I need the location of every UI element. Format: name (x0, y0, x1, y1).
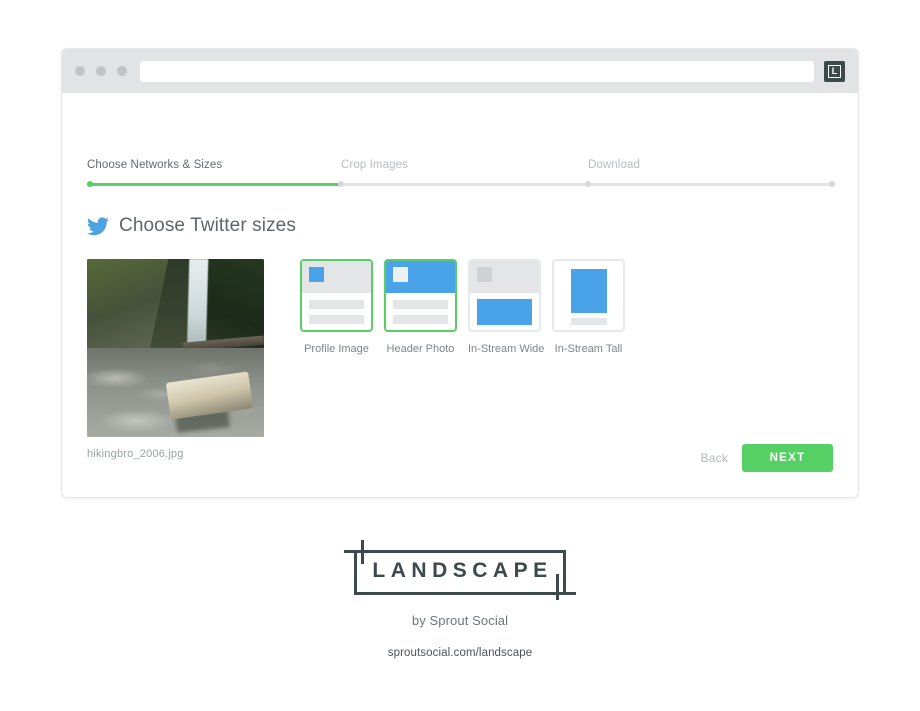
size-options: Profile Image Header Photo In-Stream Wid… (300, 259, 625, 460)
url-input[interactable] (140, 60, 814, 82)
size-option-label: In-Stream Wide (468, 343, 545, 355)
page-title: Choose Twitter sizes (119, 215, 296, 236)
progress-track (87, 181, 835, 187)
size-option-label: Profile Image (304, 343, 369, 355)
thumb-text-line (309, 300, 364, 309)
thumb-image-block (477, 299, 532, 325)
stepper: Choose Networks & Sizes Crop Images Down… (87, 159, 835, 187)
progress-dot-2 (338, 181, 344, 187)
progress-track-fill (87, 183, 341, 186)
size-option-profile-image[interactable]: Profile Image (300, 259, 373, 460)
size-option-in-stream-tall[interactable]: In-Stream Tall (552, 259, 625, 460)
in-stream-tall-thumb[interactable] (552, 259, 625, 332)
size-option-label: In-Stream Tall (554, 343, 623, 355)
site-url: sproutsocial.com/landscape (387, 647, 533, 659)
progress-dot-1 (87, 181, 93, 187)
thumb-avatar (477, 267, 492, 282)
step-label-crop-images[interactable]: Crop Images (341, 159, 408, 171)
profile-image-thumb[interactable] (300, 259, 373, 332)
thumb-avatar (393, 267, 408, 282)
browser-window: L Choose Networks & Sizes Crop Images Do… (61, 48, 859, 498)
size-option-label: Header Photo (386, 343, 455, 355)
browser-chrome: L (62, 49, 858, 93)
next-button[interactable]: NEXT (742, 444, 833, 472)
landscape-logo: LANDSCAPE (344, 540, 576, 602)
window-dot-minimize[interactable] (96, 66, 106, 76)
in-stream-wide-thumb[interactable] (468, 259, 541, 332)
thumb-image-block (571, 269, 607, 313)
step-label-choose-networks[interactable]: Choose Networks & Sizes (87, 159, 222, 171)
progress-dot-3 (585, 181, 591, 187)
landscape-l-icon[interactable]: L (824, 60, 845, 82)
twitter-bird-icon (87, 216, 109, 235)
waterfall-photo[interactable] (87, 259, 264, 437)
size-option-in-stream-wide[interactable]: In-Stream Wide (468, 259, 545, 460)
photo-preview: hikingbro_2006.jpg (87, 259, 264, 460)
photo-filename: hikingbro_2006.jpg (87, 448, 184, 460)
action-bar: Back NEXT (701, 444, 833, 472)
page-footer: LANDSCAPE by Sprout Social sproutsocial.… (0, 540, 920, 659)
app-badge-letter: L (828, 64, 841, 78)
thumb-text-line (571, 318, 607, 325)
window-dot-close[interactable] (75, 66, 85, 76)
section-header: Choose Twitter sizes (87, 215, 296, 237)
step-labels: Choose Networks & Sizes Crop Images Down… (87, 159, 835, 175)
size-option-header-photo[interactable]: Header Photo (384, 259, 457, 460)
thumb-text-line (309, 315, 364, 324)
logo-byline: by Sprout Social (411, 613, 509, 628)
thumb-text-line (393, 300, 448, 309)
logo-wordmark: LANDSCAPE (372, 559, 553, 582)
progress-dot-4 (829, 181, 835, 187)
thumb-text-line (393, 315, 448, 324)
window-controls (75, 66, 127, 76)
header-photo-thumb[interactable] (384, 259, 457, 332)
content-row: hikingbro_2006.jpg Profile Image Header … (87, 259, 625, 460)
window-dot-maximize[interactable] (117, 66, 127, 76)
step-label-download[interactable]: Download (588, 159, 640, 171)
back-button[interactable]: Back (701, 451, 728, 465)
app-body: Choose Networks & Sizes Crop Images Down… (62, 93, 858, 497)
thumb-avatar (309, 267, 324, 282)
